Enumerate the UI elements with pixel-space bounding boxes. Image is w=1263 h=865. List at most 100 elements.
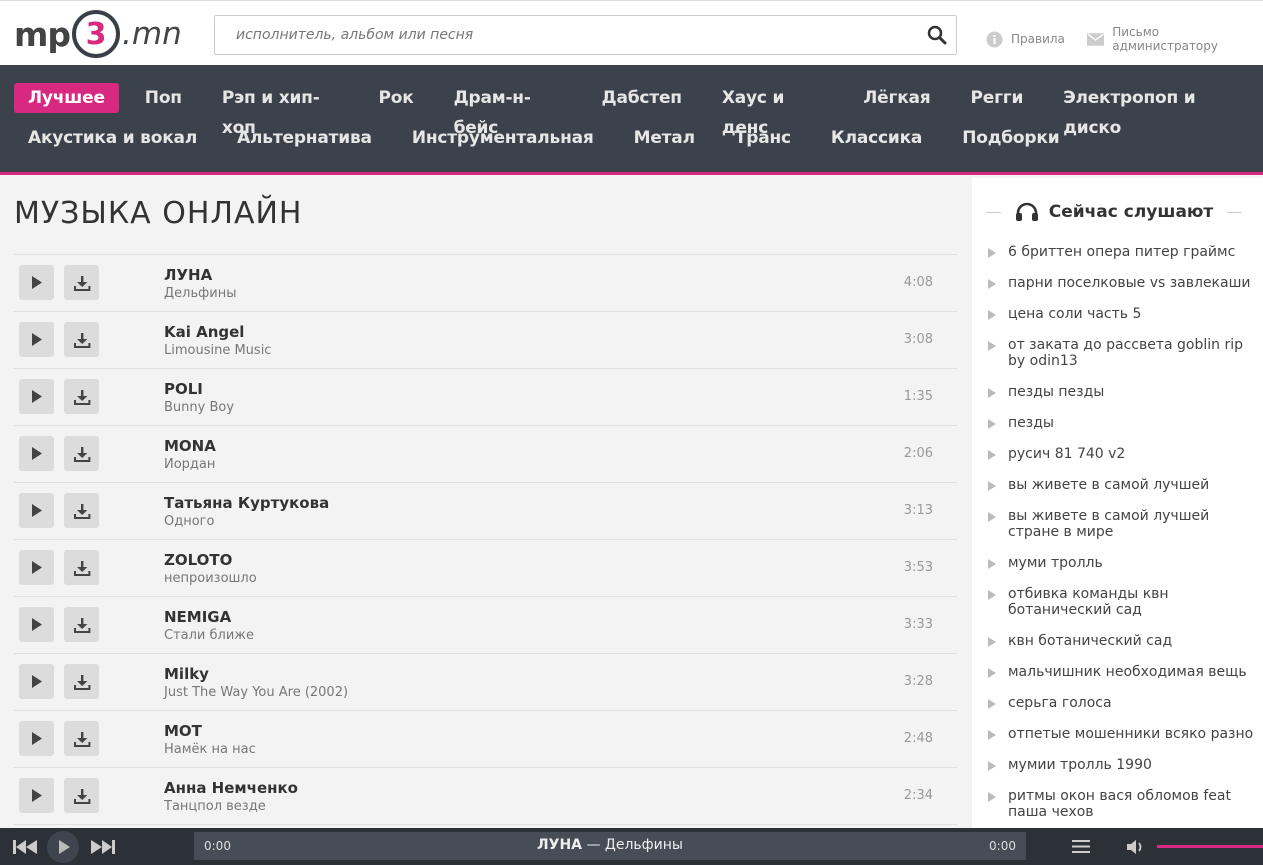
- now-listening-item[interactable]: пезды пезды: [986, 384, 1258, 400]
- nav-item-classic[interactable]: Классика: [817, 123, 936, 153]
- play-icon[interactable]: [19, 550, 54, 585]
- track-title[interactable]: Одного: [164, 514, 214, 529]
- play-icon[interactable]: [19, 664, 54, 699]
- download-icon[interactable]: [64, 265, 99, 300]
- nav-item-instrumental[interactable]: Инструментальная: [398, 123, 608, 153]
- now-listening-item[interactable]: пезды: [986, 415, 1258, 431]
- search-input[interactable]: [236, 16, 926, 54]
- now-listening-item[interactable]: парни поселковые vs завлекаши: [986, 275, 1258, 291]
- nav-item-best[interactable]: Лучшее: [14, 83, 119, 113]
- track-row[interactable]: NEMIGA Стали ближе 3:33: [14, 597, 957, 654]
- mail-admin-link[interactable]: Письмо администратору: [1086, 25, 1263, 53]
- track-artist[interactable]: MOT: [164, 722, 202, 740]
- track-list: ЛУНА Дельфины 4:08 Kai Angel Limousine Music…: [14, 254, 957, 825]
- play-icon[interactable]: [44, 828, 82, 865]
- now-listening-item[interactable]: вы живете в самой лучшей: [986, 477, 1258, 493]
- nav-item-dubstep[interactable]: Дабстеп: [588, 83, 696, 113]
- site-logo[interactable]: mp 3 .mn: [14, 10, 182, 58]
- play-icon[interactable]: [19, 607, 54, 642]
- next-icon[interactable]: [86, 828, 120, 865]
- now-listening-item[interactable]: муми тролль: [986, 555, 1258, 571]
- now-listening-item[interactable]: серьга голоса: [986, 695, 1258, 711]
- play-icon[interactable]: [19, 379, 54, 414]
- download-icon[interactable]: [64, 493, 99, 528]
- download-icon[interactable]: [64, 550, 99, 585]
- download-icon[interactable]: [64, 607, 99, 642]
- track-title[interactable]: Just The Way You Are (2002): [164, 685, 348, 700]
- nav-item-reggae[interactable]: Регги: [957, 83, 1038, 113]
- nav-item-rock[interactable]: Рок: [364, 83, 427, 113]
- play-icon[interactable]: [19, 265, 54, 300]
- nav-item-easy[interactable]: Лёгкая: [849, 83, 944, 113]
- nav-item-pop[interactable]: Поп: [131, 83, 196, 113]
- track-artist[interactable]: ZOLOTO: [164, 551, 232, 569]
- track-artist[interactable]: Татьяна Куртукова: [164, 494, 329, 512]
- download-icon[interactable]: [64, 436, 99, 471]
- track-title[interactable]: Намёк на нас: [164, 742, 256, 757]
- track-title[interactable]: Иордан: [164, 457, 215, 472]
- track-row[interactable]: Татьяна Куртукова Одного 3:13: [14, 483, 957, 540]
- play-icon[interactable]: [19, 322, 54, 357]
- download-icon[interactable]: [64, 664, 99, 699]
- play-icon[interactable]: [19, 436, 54, 471]
- now-listening-item[interactable]: 6 бриттен опера питер граймс: [986, 244, 1258, 260]
- track-title[interactable]: Bunny Boy: [164, 400, 234, 415]
- now-listening-item[interactable]: отбивка команды квн ботанический сад: [986, 586, 1258, 618]
- track-artist[interactable]: NEMIGA: [164, 608, 231, 626]
- track-title[interactable]: Дельфины: [164, 286, 236, 301]
- now-listening-item[interactable]: квн ботанический сад: [986, 633, 1258, 649]
- nav-item-dnb[interactable]: Драм-н-бейс: [440, 83, 576, 138]
- playlist-icon[interactable]: [1068, 828, 1094, 865]
- track-artist[interactable]: Milky: [164, 665, 209, 683]
- track-artist[interactable]: Kai Angel: [164, 323, 244, 341]
- now-listening-item[interactable]: вы живете в самой лучшей стране в мире: [986, 508, 1258, 540]
- download-icon[interactable]: [64, 721, 99, 756]
- nav-item-trance[interactable]: Транс: [721, 123, 805, 153]
- track-row[interactable]: MONA Иордан 2:06: [14, 426, 957, 483]
- track-row[interactable]: Анна Немченко Танцпол везде 2:34: [14, 768, 957, 825]
- now-listening-item[interactable]: отпетые мошенники всяко разно: [986, 726, 1258, 742]
- previous-icon[interactable]: [8, 828, 42, 865]
- track-artist[interactable]: Анна Немченко: [164, 779, 298, 797]
- nav-item-acoustic[interactable]: Акустика и вокал: [14, 123, 211, 153]
- track-row[interactable]: Kai Angel Limousine Music 3:08: [14, 312, 957, 369]
- download-icon[interactable]: [64, 322, 99, 357]
- volume-slider[interactable]: [1157, 845, 1263, 848]
- nav-item-metal[interactable]: Метал: [620, 123, 709, 153]
- now-listening-item[interactable]: мальчишник необходимая вещь: [986, 664, 1258, 680]
- now-listening-item[interactable]: русич 81 740 v2: [986, 446, 1258, 462]
- nav-item-collections[interactable]: Подборки: [948, 123, 1073, 153]
- progress-bar[interactable]: 0:00 ЛУНА — Дельфины 0:00: [194, 832, 1026, 860]
- download-icon[interactable]: [64, 379, 99, 414]
- track-row[interactable]: POLI Bunny Boy 1:35: [14, 369, 957, 426]
- now-listening-item[interactable]: цена соли часть 5: [986, 306, 1258, 322]
- download-icon[interactable]: [64, 778, 99, 813]
- volume-icon[interactable]: [1122, 828, 1150, 865]
- track-artist[interactable]: POLI: [164, 380, 203, 398]
- now-listening-item[interactable]: мумии тролль 1990: [986, 757, 1258, 773]
- nav-item-house[interactable]: Хаус и денс: [708, 83, 837, 138]
- play-icon[interactable]: [19, 721, 54, 756]
- nav-item-rap[interactable]: Рэп и хип-хоп: [208, 83, 353, 138]
- track-title[interactable]: Танцпол везде: [164, 799, 266, 814]
- track-row[interactable]: Milky Just The Way You Are (2002) 3:28: [14, 654, 957, 711]
- track-row[interactable]: ZOLOTO непроизошло 3:53: [14, 540, 957, 597]
- track-artist[interactable]: ЛУНА: [164, 266, 212, 284]
- play-icon[interactable]: [19, 493, 54, 528]
- track-title[interactable]: Стали ближе: [164, 628, 254, 643]
- now-listening-item[interactable]: ритмы окон вася обломов feat паша чехов: [986, 788, 1258, 820]
- track-row[interactable]: MOT Намёк на нас 2:48: [14, 711, 957, 768]
- track-title[interactable]: Limousine Music: [164, 343, 271, 358]
- now-listening-label: русич 81 740 v2: [1008, 446, 1126, 462]
- nav-item-alternative[interactable]: Альтернатива: [223, 123, 386, 153]
- rules-link[interactable]: Правила: [986, 31, 1065, 48]
- track-title[interactable]: непроизошло: [164, 571, 257, 586]
- play-triangle-icon: [988, 668, 996, 678]
- search-icon[interactable]: [926, 24, 948, 46]
- play-triangle-icon: [988, 310, 996, 320]
- now-listening-item[interactable]: от заката до рассвета goblin rip by odin…: [986, 337, 1258, 369]
- track-artist[interactable]: MONA: [164, 437, 216, 455]
- play-icon[interactable]: [19, 778, 54, 813]
- track-row[interactable]: ЛУНА Дельфины 4:08: [14, 255, 957, 312]
- nav-item-electropop[interactable]: Электропоп и диско: [1049, 83, 1251, 138]
